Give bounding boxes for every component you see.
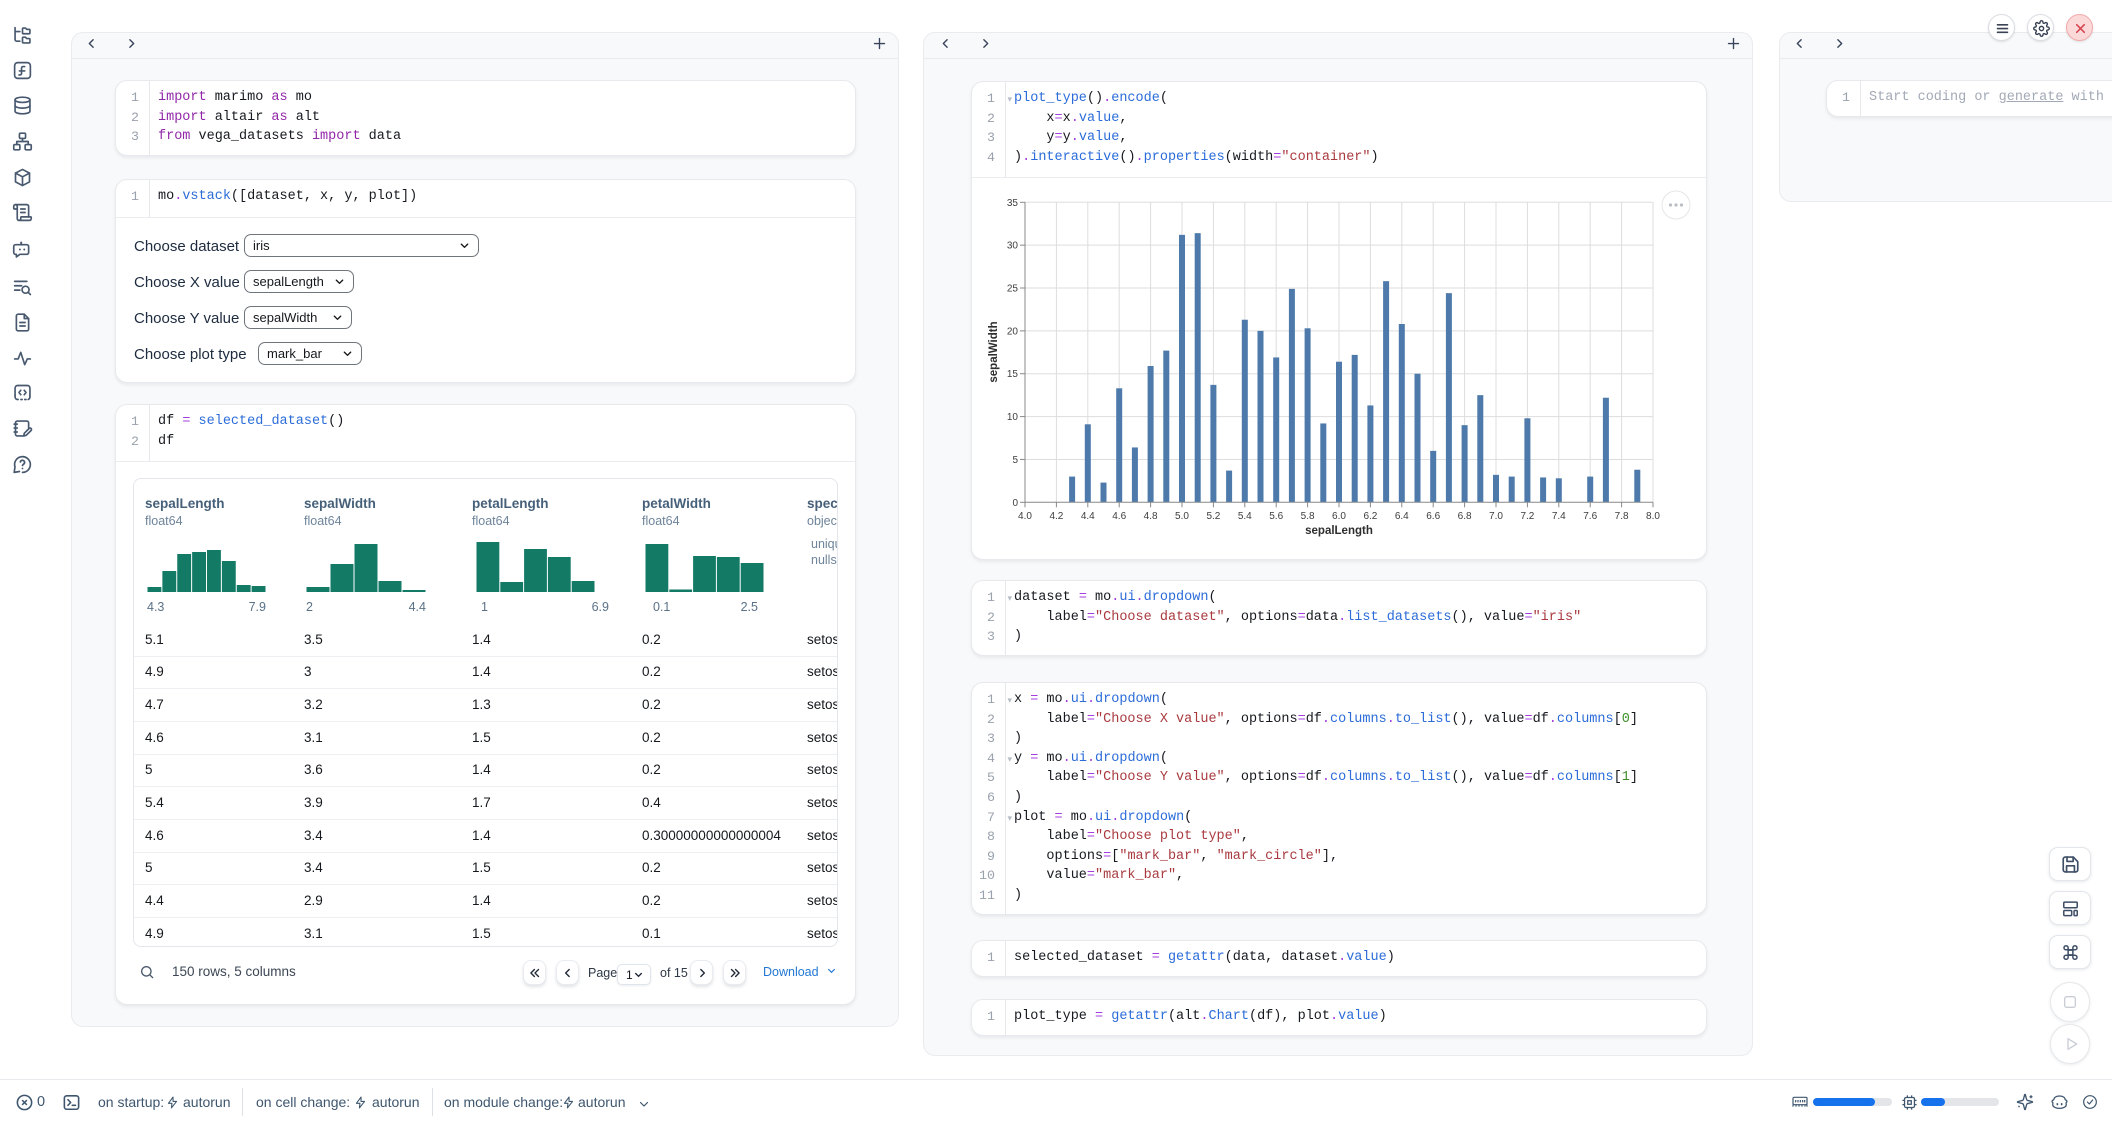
- svg-text:6.6: 6.6: [1426, 511, 1440, 522]
- svg-text:4.2: 4.2: [1049, 511, 1063, 522]
- svg-text:7.0: 7.0: [1489, 511, 1503, 522]
- svg-text:7.2: 7.2: [1520, 511, 1534, 522]
- svg-text:7.6: 7.6: [1583, 511, 1597, 522]
- svg-text:35: 35: [1007, 198, 1019, 209]
- svg-text:25: 25: [1007, 284, 1019, 295]
- svg-text:sepalWidth: sepalWidth: [988, 321, 1000, 382]
- svg-text:6.4: 6.4: [1395, 511, 1409, 522]
- svg-text:0: 0: [1012, 498, 1018, 509]
- svg-text:20: 20: [1007, 326, 1019, 337]
- svg-text:7.8: 7.8: [1615, 511, 1629, 522]
- svg-text:sepalLength: sepalLength: [1305, 525, 1373, 537]
- svg-text:10: 10: [1007, 412, 1019, 423]
- svg-text:5.6: 5.6: [1269, 511, 1283, 522]
- svg-text:6.8: 6.8: [1458, 511, 1472, 522]
- svg-text:6.2: 6.2: [1363, 511, 1377, 522]
- svg-text:30: 30: [1007, 241, 1019, 252]
- svg-text:4.0: 4.0: [1018, 511, 1032, 522]
- svg-text:5.8: 5.8: [1301, 511, 1315, 522]
- svg-text:6.0: 6.0: [1332, 511, 1346, 522]
- svg-text:5.0: 5.0: [1175, 511, 1189, 522]
- svg-text:5.2: 5.2: [1206, 511, 1220, 522]
- svg-text:15: 15: [1007, 369, 1019, 380]
- svg-text:4.6: 4.6: [1112, 511, 1126, 522]
- svg-text:4.8: 4.8: [1144, 511, 1158, 522]
- svg-text:4.4: 4.4: [1081, 511, 1095, 522]
- svg-text:7.4: 7.4: [1552, 511, 1566, 522]
- svg-text:8.0: 8.0: [1646, 511, 1660, 522]
- svg-text:5: 5: [1012, 455, 1018, 466]
- svg-text:5.4: 5.4: [1238, 511, 1252, 522]
